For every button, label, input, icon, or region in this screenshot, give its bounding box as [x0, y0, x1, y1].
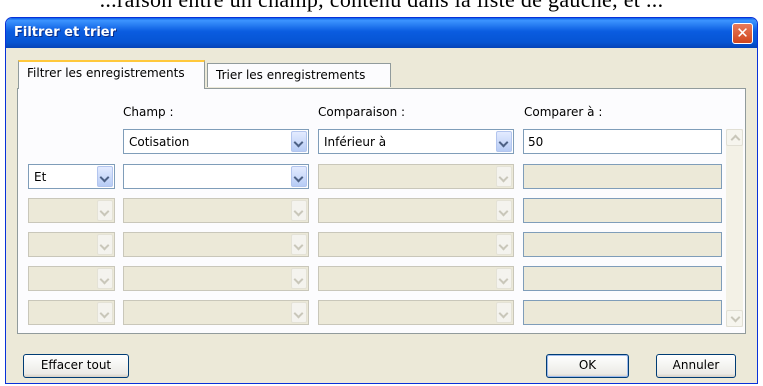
- comparison-dropdown-row-3: [318, 198, 514, 223]
- chevron-down-icon[interactable]: [291, 166, 307, 187]
- chevron-down-icon[interactable]: [496, 131, 512, 152]
- chevron-down-icon: [496, 200, 512, 221]
- chevron-down-icon: [97, 268, 113, 289]
- conjunction-dropdown-row-5: [28, 266, 115, 291]
- column-header-compare-to: Comparer à :: [524, 105, 603, 119]
- field-dropdown-row-3: [123, 198, 309, 223]
- column-header-field: Champ :: [123, 105, 174, 119]
- field-dropdown-row-5: [123, 266, 309, 291]
- compare-to-input-row-5: [523, 266, 722, 291]
- conjunction-dropdown-row-4: [28, 232, 115, 257]
- conjunction-dropdown-row-6: [28, 300, 115, 325]
- field-dropdown-row-2[interactable]: [123, 164, 309, 189]
- scroll-down-icon[interactable]: [726, 310, 743, 327]
- conjunction-value-row-2: Et: [34, 170, 47, 184]
- ok-button[interactable]: OK: [546, 354, 629, 378]
- conjunction-dropdown-row-2[interactable]: Et: [28, 164, 115, 189]
- tab-filter-records[interactable]: Filtrer les enregistrements: [18, 60, 205, 89]
- dialog-title: Filtrer et trier: [14, 25, 117, 40]
- comparison-value-row-1: Inférieur à: [324, 135, 387, 149]
- clear-all-label: Effacer tout: [40, 358, 112, 372]
- compare-to-input-row-2: [523, 164, 722, 189]
- chevron-down-icon: [97, 200, 113, 221]
- comparison-dropdown-row-6: [318, 300, 514, 325]
- rows-scrollbar[interactable]: [726, 129, 743, 327]
- field-dropdown-row-4: [123, 232, 309, 257]
- compare-to-input-row-1[interactable]: 50: [523, 129, 722, 154]
- chevron-down-icon[interactable]: [97, 166, 113, 187]
- chevron-down-icon: [291, 200, 307, 221]
- field-dropdown-row-1[interactable]: Cotisation: [123, 129, 309, 154]
- chevron-down-icon: [496, 268, 512, 289]
- close-button[interactable]: ✕: [732, 23, 753, 44]
- compare-to-input-row-6: [523, 300, 722, 325]
- chevron-down-icon: [496, 234, 512, 255]
- column-header-comparison: Comparaison :: [318, 105, 406, 119]
- scroll-up-icon[interactable]: [726, 129, 743, 146]
- cancel-label: Annuler: [672, 358, 720, 372]
- chevron-down-icon: [97, 302, 113, 323]
- comparison-dropdown-row-1[interactable]: Inférieur à: [318, 129, 514, 154]
- title-bar: Filtrer et trier ✕: [6, 18, 757, 48]
- tab-sort-records[interactable]: Trier les enregistrements: [207, 63, 391, 87]
- field-dropdown-row-6: [123, 300, 309, 325]
- filter-sort-dialog: Filtrer et trier ✕ Filtrer les enregistr…: [5, 17, 758, 384]
- chevron-down-icon: [291, 268, 307, 289]
- compare-to-input-row-3: [523, 198, 722, 223]
- cancel-button[interactable]: Annuler: [656, 354, 736, 378]
- comparison-dropdown-row-5: [318, 266, 514, 291]
- comparison-dropdown-row-4: [318, 232, 514, 257]
- ok-label: OK: [578, 358, 597, 372]
- chevron-down-icon: [496, 302, 512, 323]
- field-value-row-1: Cotisation: [129, 135, 190, 149]
- clear-all-button[interactable]: Effacer tout: [23, 354, 129, 378]
- chevron-down-icon: [291, 302, 307, 323]
- compare-to-value-row-1: 50: [528, 135, 544, 149]
- conjunction-dropdown-row-3: [28, 198, 115, 223]
- chevron-down-icon[interactable]: [291, 131, 307, 152]
- comparison-dropdown-row-2: [318, 164, 514, 189]
- chevron-down-icon: [496, 166, 512, 187]
- chevron-down-icon: [291, 234, 307, 255]
- background-document-text: ...raison entre un champ, contenu dans l…: [0, 0, 763, 13]
- compare-to-input-row-4: [523, 232, 722, 257]
- tab-sort-records-label: Trier les enregistrements: [216, 68, 366, 82]
- chevron-down-icon: [97, 234, 113, 255]
- close-icon: ✕: [736, 24, 749, 42]
- tab-filter-records-label: Filtrer les enregistrements: [27, 66, 185, 80]
